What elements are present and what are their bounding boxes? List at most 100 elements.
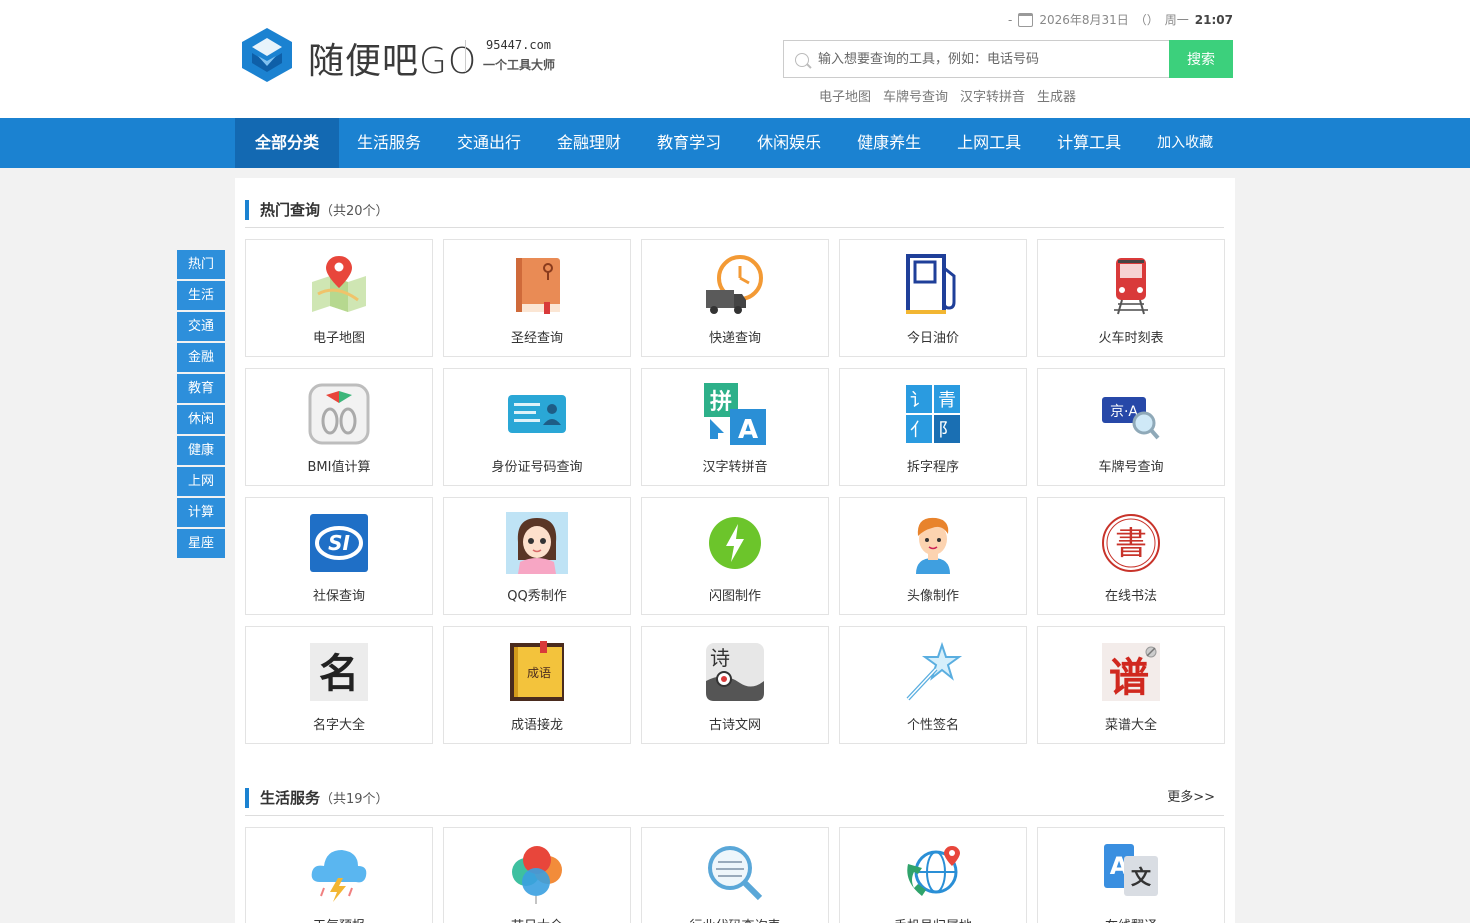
- nav-add-favorite[interactable]: 加入收藏: [1139, 118, 1231, 168]
- tool-card[interactable]: 手机号归属地: [839, 827, 1027, 923]
- tool-card[interactable]: 谱 菜谱大全: [1037, 626, 1225, 744]
- train-icon: [1100, 254, 1162, 316]
- id-card-icon: [506, 383, 568, 445]
- side-item-leisure[interactable]: 休闲: [177, 405, 225, 434]
- tool-card[interactable]: 今日油价: [839, 239, 1027, 357]
- tool-card[interactable]: 火车时刻表: [1037, 239, 1225, 357]
- bible-icon: [506, 254, 568, 316]
- translate-icon: A 文: [1100, 842, 1162, 904]
- tool-card[interactable]: 京·A 车牌号查询: [1037, 368, 1225, 486]
- star-wand-icon: [902, 641, 964, 703]
- glyph-3: 亻: [910, 420, 928, 441]
- nav-internet-tools[interactable]: 上网工具: [939, 118, 1039, 168]
- nav-transport[interactable]: 交通出行: [439, 118, 539, 168]
- side-item-health[interactable]: 健康: [177, 436, 225, 465]
- section-count: （共20个）: [320, 204, 389, 219]
- calligraphy-glyph: 書: [1115, 524, 1147, 562]
- recipe-icon: 谱: [1100, 641, 1162, 703]
- brand-name[interactable]: 随便吧GO: [308, 32, 477, 84]
- section-marker: [245, 788, 249, 808]
- more-link[interactable]: 更多>>: [1167, 786, 1215, 810]
- split-char-icon: 讠 青 亻 阝: [902, 383, 964, 445]
- tool-card[interactable]: 节日大全: [443, 827, 631, 923]
- logo-icon[interactable]: [240, 26, 294, 84]
- side-item-life[interactable]: 生活: [177, 281, 225, 310]
- side-item-internet[interactable]: 上网: [177, 467, 225, 496]
- side-item-zodiac[interactable]: 星座: [177, 529, 225, 558]
- tool-grid-hot: 电子地图 圣经查询 快递查询 今日油价 火车时刻表 BMI值计算 身份证号码查询…: [245, 239, 1235, 744]
- tool-name: 成语接龙: [510, 718, 563, 733]
- nav-health[interactable]: 健康养生: [839, 118, 939, 168]
- side-item-hot[interactable]: 热门: [177, 250, 225, 279]
- social-security-icon: SI: [308, 512, 370, 574]
- tool-card[interactable]: 身份证号码查询: [443, 368, 631, 486]
- tool-name: 社保查询: [312, 589, 365, 604]
- nav-finance[interactable]: 金融理财: [539, 118, 639, 168]
- side-item-transport[interactable]: 交通: [177, 312, 225, 341]
- hot-word-link[interactable]: 电子地图: [819, 86, 871, 105]
- latin-a-glyph: A: [738, 415, 758, 445]
- search-icon: [784, 41, 818, 77]
- tool-card[interactable]: 快递查询: [641, 239, 829, 357]
- poem-glyph: 诗: [710, 646, 730, 670]
- tool-card[interactable]: 个性签名: [839, 626, 1027, 744]
- fuel-icon: [902, 254, 964, 316]
- poem-icon: 诗: [704, 641, 766, 703]
- qq-show-icon: [506, 512, 568, 574]
- flash-icon: [704, 512, 766, 574]
- side-item-calc[interactable]: 计算: [177, 498, 225, 527]
- tool-name: 今日油价: [906, 331, 959, 346]
- nav-life-services[interactable]: 生活服务: [339, 118, 439, 168]
- hot-word-link[interactable]: 汉字转拼音: [960, 86, 1025, 105]
- calendar-icon: [1018, 12, 1034, 27]
- tool-name: 节日大全: [444, 915, 630, 923]
- nav-education[interactable]: 教育学习: [639, 118, 739, 168]
- tool-card[interactable]: 名 名字大全: [245, 626, 433, 744]
- tool-name: 在线翻译: [1038, 915, 1224, 923]
- tool-name: 火车时刻表: [1098, 331, 1164, 346]
- main-content: 热门查询（共20个） 电子地图 圣经查询 快递查询 今日油价 火车时刻表 BMI…: [235, 178, 1235, 923]
- tool-card[interactable]: BMI值计算: [245, 368, 433, 486]
- tool-name: QQ秀制作: [507, 589, 567, 604]
- hot-word-link[interactable]: 生成器: [1037, 86, 1076, 105]
- delivery-icon: [704, 254, 766, 316]
- search-button[interactable]: 搜索: [1169, 40, 1233, 78]
- tool-card[interactable]: 拼 A 汉字转拼音: [641, 368, 829, 486]
- name-icon: 名: [308, 641, 370, 703]
- nav-leisure[interactable]: 休闲娱乐: [739, 118, 839, 168]
- site-domain: 95447.com: [486, 38, 552, 52]
- search-input[interactable]: [818, 41, 1169, 77]
- tool-card[interactable]: SI 社保查询: [245, 497, 433, 615]
- phone-globe-icon: [902, 842, 964, 904]
- hot-word-link[interactable]: 车牌号查询: [883, 86, 948, 105]
- site-slogan: 一个工具大师: [483, 58, 556, 72]
- tool-card[interactable]: 圣经查询: [443, 239, 631, 357]
- tool-name: 头像制作: [906, 589, 959, 604]
- nav-calc-tools[interactable]: 计算工具: [1039, 118, 1139, 168]
- tool-card[interactable]: 行业代码查询表: [641, 827, 829, 923]
- side-item-education[interactable]: 教育: [177, 374, 225, 403]
- weather-icon: [308, 842, 370, 904]
- nav-all-categories[interactable]: 全部分类: [235, 118, 340, 168]
- tool-card[interactable]: 成语 成语接龙: [443, 626, 631, 744]
- tool-card[interactable]: 诗 古诗文网: [641, 626, 829, 744]
- tool-card[interactable]: 头像制作: [839, 497, 1027, 615]
- tool-card[interactable]: 天气预报: [245, 827, 433, 923]
- side-item-finance[interactable]: 金融: [177, 343, 225, 372]
- tool-card[interactable]: A 文 在线翻译: [1037, 827, 1225, 923]
- tool-card[interactable]: 讠 青 亻 阝 拆字程序: [839, 368, 1027, 486]
- tool-card[interactable]: 闪图制作: [641, 497, 829, 615]
- tool-card[interactable]: 电子地图: [245, 239, 433, 357]
- tool-card[interactable]: 書 在线书法: [1037, 497, 1225, 615]
- map-icon: [308, 254, 370, 316]
- tool-name: 快递查询: [708, 331, 761, 346]
- tool-name: 拆字程序: [906, 460, 959, 475]
- balloon-icon: [506, 842, 568, 904]
- tool-card[interactable]: QQ秀制作: [443, 497, 631, 615]
- tool-name: 车牌号查询: [1098, 460, 1164, 475]
- license-plate-icon: 京·A: [1100, 383, 1162, 445]
- section-title: 热门查询（共20个）: [260, 201, 389, 219]
- tool-name: 行业代码查询表: [642, 915, 828, 923]
- date-bar: - 2026年8月31日 （） 周一 21:07: [1008, 11, 1233, 28]
- section-marker: [245, 200, 249, 220]
